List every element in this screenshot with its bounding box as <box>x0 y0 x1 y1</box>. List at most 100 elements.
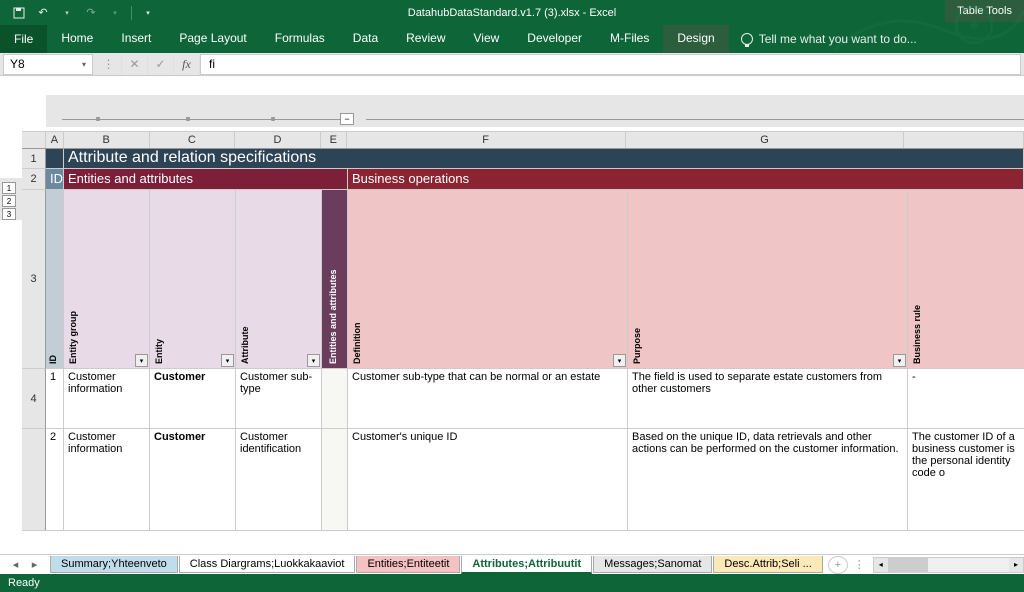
enter-icon[interactable]: ✓ <box>148 54 174 75</box>
new-sheet-button[interactable]: + <box>828 556 848 574</box>
cell-E4[interactable] <box>322 369 348 429</box>
redo-icon[interactable]: ↷ <box>80 2 102 24</box>
outline-level-3[interactable]: 3 <box>2 208 16 220</box>
cell-D4[interactable]: Customer sub-type <box>236 369 322 429</box>
column-headers: A B C D E F G <box>22 131 1024 149</box>
formula-input[interactable]: fi <box>200 54 1021 75</box>
scroll-thumb[interactable] <box>888 558 928 572</box>
sheet-prev-icon[interactable]: ◂ <box>13 558 19 571</box>
filter-icon[interactable]: ▾ <box>221 354 234 367</box>
colhead-D[interactable]: D <box>235 132 321 148</box>
cell-F5[interactable]: Customer's unique ID <box>348 429 628 531</box>
cell-B2-entities[interactable]: Entities and attributes <box>64 169 348 190</box>
rowhead-1[interactable]: 1 <box>22 149 46 169</box>
cell-D3[interactable]: Attribute ▾ <box>236 190 322 369</box>
scroll-right-icon[interactable]: ▸ <box>1009 558 1023 572</box>
customize-qat-icon[interactable]: ▾ <box>137 2 159 24</box>
cancel-icon[interactable]: ✕ <box>122 54 148 75</box>
cell-B5[interactable]: Customer information <box>64 429 150 531</box>
tell-me-search[interactable]: Tell me what you want to do... <box>729 25 929 53</box>
tab-scroll-dots-icon[interactable]: ⋮ <box>854 558 865 571</box>
outline-level-1[interactable]: 1 <box>2 182 16 194</box>
cell-B1-title[interactable]: Attribute and relation specifications <box>64 149 1024 169</box>
sheet-tab-messages[interactable]: Messages;Sanomat <box>593 556 712 573</box>
cell-C3[interactable]: Entity ▾ <box>150 190 236 369</box>
rowhead-4[interactable]: 4 <box>22 369 46 429</box>
cell-B3[interactable]: Entity group ▾ <box>64 190 150 369</box>
sheet-tab-attributes[interactable]: Attributes;Attribuutit <box>461 556 592 574</box>
save-icon[interactable] <box>8 2 30 24</box>
colhead-B[interactable]: B <box>64 132 150 148</box>
tab-design[interactable]: Design <box>663 25 728 53</box>
rowhead-2[interactable]: 2 <box>22 169 46 190</box>
cell-E5[interactable] <box>322 429 348 531</box>
header-attribute: Attribute <box>240 327 250 365</box>
sheet-next-icon[interactable]: ▸ <box>32 558 38 571</box>
group-line <box>366 119 1024 120</box>
cell-E3[interactable]: Entities and attributes <box>322 190 348 369</box>
cell-F3[interactable]: Definition ▾ <box>348 190 628 369</box>
sheet-tab-classdiagrams[interactable]: Class Diargrams;Luokkakaaviot <box>179 556 356 573</box>
filter-icon[interactable]: ▾ <box>135 354 148 367</box>
cell-A1[interactable] <box>46 149 64 169</box>
colhead-F[interactable]: F <box>347 132 626 148</box>
sheet-tab-summary[interactable]: Summary;Yhteenveto <box>50 556 178 573</box>
formula-dots-icon[interactable]: ⋮ <box>96 54 122 75</box>
tab-developer[interactable]: Developer <box>513 25 596 53</box>
rowhead-5[interactable] <box>22 429 46 531</box>
cell-G4[interactable]: The field is used to separate estate cus… <box>628 369 908 429</box>
cell-C4[interactable]: Customer <box>150 369 236 429</box>
fx-icon[interactable]: fx <box>174 54 200 75</box>
sheet-tab-entities[interactable]: Entities;Entiteetit <box>356 556 460 573</box>
cell-A4[interactable]: 1 <box>46 369 64 429</box>
ribbon-tabs: File Home Insert Page Layout Formulas Da… <box>0 25 1024 53</box>
colhead-H[interactable] <box>904 132 1024 148</box>
scroll-left-icon[interactable]: ◂ <box>874 558 888 572</box>
colhead-blank[interactable] <box>22 132 46 148</box>
quick-access-toolbar: ↶ ▾ ↷ ▾ ▾ <box>0 2 159 24</box>
tab-view[interactable]: View <box>460 25 514 53</box>
cell-B4[interactable]: Customer information <box>64 369 150 429</box>
tab-home[interactable]: Home <box>47 25 107 53</box>
cell-G3[interactable]: Purpose ▾ <box>628 190 908 369</box>
tab-mfiles[interactable]: M-Files <box>596 25 663 53</box>
cell-D5[interactable]: Customer identification <box>236 429 322 531</box>
colhead-E[interactable]: E <box>321 132 347 148</box>
cell-H5[interactable]: The customer ID of a business customer i… <box>908 429 1024 531</box>
undo-icon[interactable]: ↶ <box>32 2 54 24</box>
cell-G5[interactable]: Based on the unique ID, data retrievals … <box>628 429 908 531</box>
filter-icon[interactable]: ▾ <box>613 354 626 367</box>
outline-level-2[interactable]: 2 <box>2 195 16 207</box>
header-purpose: Purpose <box>632 328 642 364</box>
tab-insert[interactable]: Insert <box>107 25 165 53</box>
cell-A5[interactable]: 2 <box>46 429 64 531</box>
contextual-tab-label: Table Tools <box>945 0 1024 22</box>
colhead-G[interactable]: G <box>626 132 905 148</box>
status-bar: Ready <box>0 574 1024 592</box>
tab-review[interactable]: Review <box>392 25 459 53</box>
cell-F4[interactable]: Customer sub-type that can be normal or … <box>348 369 628 429</box>
name-box-value: Y8 <box>10 57 25 71</box>
undo-dropdown-icon[interactable]: ▾ <box>56 2 78 24</box>
colhead-C[interactable]: C <box>150 132 236 148</box>
cell-H3[interactable]: Business rule <box>908 190 1024 369</box>
rowhead-3[interactable]: 3 <box>22 190 46 369</box>
filter-icon[interactable]: ▾ <box>307 354 320 367</box>
sheet-tab-descattrib[interactable]: Desc.Attrib;Seli ... <box>713 556 822 573</box>
tab-page-layout[interactable]: Page Layout <box>165 25 260 53</box>
tab-formulas[interactable]: Formulas <box>261 25 339 53</box>
tab-file[interactable]: File <box>0 25 47 53</box>
cell-A3[interactable]: ID <box>46 190 64 369</box>
cell-H4[interactable]: - <box>908 369 1024 429</box>
horizontal-scrollbar[interactable]: ◂ ▸ <box>873 557 1024 573</box>
name-box[interactable]: Y8 ▾ <box>3 54 93 75</box>
group-collapse-button[interactable]: − <box>340 113 354 125</box>
colhead-A[interactable]: A <box>46 132 64 148</box>
redo-dropdown-icon[interactable]: ▾ <box>104 2 126 24</box>
name-box-dropdown-icon[interactable]: ▾ <box>82 60 86 69</box>
tab-data[interactable]: Data <box>339 25 392 53</box>
filter-icon[interactable]: ▾ <box>893 354 906 367</box>
cell-C5[interactable]: Customer <box>150 429 236 531</box>
cell-A2[interactable]: ID <box>46 169 64 190</box>
cell-F2-business[interactable]: Business operations <box>348 169 1024 190</box>
